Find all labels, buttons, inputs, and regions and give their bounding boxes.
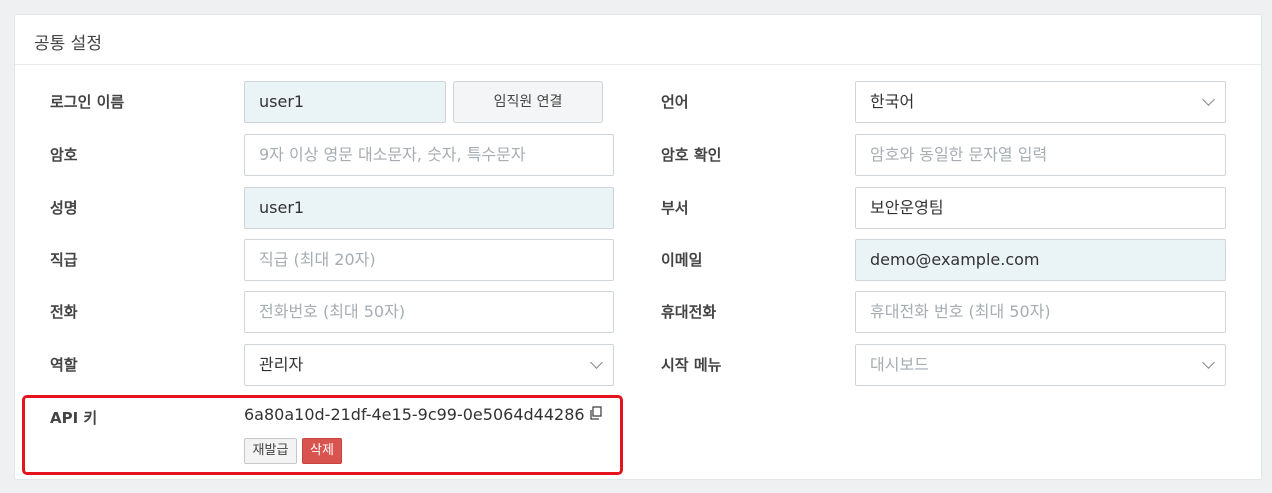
language-select[interactable]: 한국어 bbox=[855, 81, 1226, 123]
position-label: 직급 bbox=[50, 251, 78, 269]
phone-field[interactable]: 전화번호 (최대 50자) bbox=[244, 291, 614, 333]
start-menu-select[interactable]: 대시보드 bbox=[855, 344, 1226, 386]
link-employee-button[interactable]: 임직원 연결 bbox=[453, 81, 603, 123]
password-label: 암호 bbox=[50, 146, 78, 164]
login-name-field[interactable]: user1 bbox=[244, 81, 446, 123]
start-menu-label: 시작 메뉴 bbox=[661, 356, 722, 374]
email-field[interactable]: demo@example.com bbox=[855, 239, 1226, 281]
mobile-label: 휴대전화 bbox=[661, 303, 717, 321]
copy-icon[interactable] bbox=[589, 405, 603, 427]
password-field[interactable]: 9자 이상 영문 대소문자, 숫자, 특수문자 bbox=[244, 134, 614, 176]
api-key-label: API 키 bbox=[50, 409, 98, 427]
api-key-row: 6a80a10d-21df-4e15-9c99-0e5064d44286 bbox=[244, 404, 603, 427]
email-label: 이메일 bbox=[661, 251, 703, 269]
login-name-label: 로그인 이름 bbox=[50, 93, 125, 111]
panel-title: 공통 설정 bbox=[15, 15, 1261, 65]
language-label: 언어 bbox=[661, 93, 689, 111]
position-field[interactable]: 직급 (최대 20자) bbox=[244, 239, 614, 281]
delete-button[interactable]: 삭제 bbox=[302, 438, 342, 464]
role-label: 역할 bbox=[50, 356, 78, 374]
reissue-button[interactable]: 재발급 bbox=[244, 438, 297, 464]
name-label: 성명 bbox=[50, 199, 78, 217]
role-select[interactable]: 관리자 bbox=[244, 344, 614, 386]
phone-label: 전화 bbox=[50, 303, 78, 321]
password-confirm-label: 암호 확인 bbox=[661, 146, 722, 164]
mobile-field[interactable]: 휴대전화 번호 (최대 50자) bbox=[855, 291, 1226, 333]
department-label: 부서 bbox=[661, 199, 689, 217]
name-field[interactable]: user1 bbox=[244, 187, 614, 229]
department-field[interactable]: 보안운영팀 bbox=[855, 187, 1226, 229]
password-confirm-field[interactable]: 암호와 동일한 문자열 입력 bbox=[855, 134, 1226, 176]
api-key-value: 6a80a10d-21df-4e15-9c99-0e5064d44286 bbox=[244, 405, 585, 424]
